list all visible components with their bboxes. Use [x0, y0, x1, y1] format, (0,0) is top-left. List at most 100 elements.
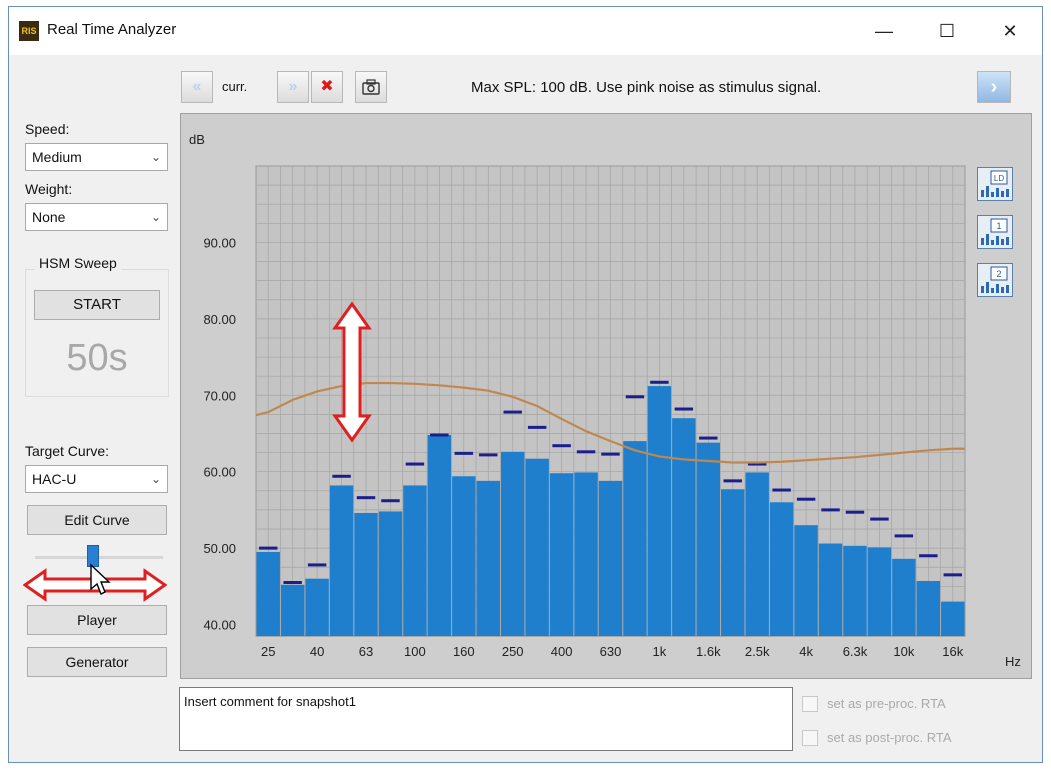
spectrum-bar: [378, 511, 403, 636]
peak-marker: [821, 508, 840, 512]
generator-button[interactable]: Generator: [27, 647, 167, 677]
spectrum-bar: [696, 442, 721, 636]
volume-slider-track[interactable]: [35, 556, 163, 559]
spectrum-bar: [818, 543, 843, 636]
spectrum-bar: [500, 451, 525, 636]
window-title: Real Time Analyzer: [47, 21, 177, 38]
y-tick-label: 50.00: [203, 541, 236, 556]
peak-marker: [405, 462, 425, 466]
spectrum-bar: [769, 502, 794, 636]
weight-value: None: [32, 209, 66, 225]
spectrum-bar: [721, 489, 745, 636]
spectrum-bar: [794, 525, 818, 636]
delete-snapshot-button[interactable]: ✖: [311, 71, 343, 103]
y-tick-label: 60.00: [203, 465, 236, 480]
peak-marker: [845, 510, 865, 514]
snapshot-button[interactable]: [355, 71, 387, 103]
peak-marker: [259, 546, 278, 550]
spectrum-bar: [843, 545, 867, 636]
weight-label: Weight:: [25, 181, 73, 197]
peak-marker: [527, 425, 547, 429]
rta-window: RIS Real Time Analyzer — ☐ ✕ « curr. » ✖…: [8, 6, 1043, 763]
title-bar: RIS Real Time Analyzer — ☐ ✕: [9, 7, 1042, 55]
chevron-down-icon: ⌄: [150, 150, 161, 164]
speed-label: Speed:: [25, 121, 70, 137]
peak-marker: [796, 497, 816, 501]
peak-marker: [943, 573, 962, 577]
spectrum-bar: [647, 386, 672, 636]
edit-curve-button[interactable]: Edit Curve: [27, 505, 167, 535]
maximize-button[interactable]: ☐: [924, 15, 970, 47]
fast-forward-icon: »: [288, 78, 298, 95]
peak-marker: [356, 496, 376, 500]
pre-proc-checkbox[interactable]: [802, 696, 818, 712]
peak-marker: [430, 433, 449, 437]
y-tick-label: 40.00: [203, 618, 236, 633]
peak-marker: [772, 488, 791, 492]
close-button[interactable]: ✕: [987, 15, 1033, 47]
rewind-icon: «: [192, 78, 202, 95]
peak-marker: [870, 517, 889, 521]
post-proc-checkbox[interactable]: [802, 730, 818, 746]
peak-marker: [503, 410, 522, 414]
rta-plot-panel: 40.00 50.00 60.00 70.00 80.00 90.00 25 40 63 100 1…: [180, 113, 1032, 679]
spectrum-bar: [867, 547, 892, 636]
load-snapshot-button[interactable]: LD: [977, 167, 1013, 201]
peak-marker: [699, 436, 718, 440]
y-tick-label: 80.00: [203, 312, 236, 327]
x-tick-label: 100: [404, 644, 426, 659]
current-label: curr.: [222, 79, 248, 94]
spectrum-bar: [427, 435, 452, 636]
spectrum-bar: [549, 473, 574, 636]
spectrum-bar: [745, 472, 769, 636]
weight-select[interactable]: None ⌄: [25, 203, 168, 231]
chevron-right-icon: ›: [990, 76, 998, 98]
app-logo-icon: RIS: [19, 21, 39, 41]
x-tick-label: 400: [551, 644, 573, 659]
snapshot-1-glyph: 1: [996, 221, 1001, 231]
load-glyph: LD: [994, 174, 1004, 183]
pre-proc-label: set as pre-proc. RTA: [827, 696, 946, 711]
peak-marker: [919, 554, 938, 558]
next-snapshot-button[interactable]: »: [277, 71, 309, 103]
snapshot-2-glyph: 2: [996, 269, 1001, 279]
x-tick-label: 630: [600, 644, 622, 659]
speed-value: Medium: [32, 149, 82, 165]
peak-marker: [723, 479, 742, 483]
peak-marker: [552, 444, 571, 448]
target-curve-select[interactable]: HAC-U ⌄: [25, 465, 168, 493]
spectrum-bar: [623, 441, 647, 636]
rta-chart: 40.00 50.00 60.00 70.00 80.00 90.00 25 40 63 100 1…: [189, 132, 1021, 669]
spectrum-bar: [574, 472, 598, 636]
snapshot-1-button[interactable]: 1: [977, 215, 1013, 249]
snapshot-comment-field[interactable]: Insert comment for snapshot1: [179, 687, 793, 751]
x-tick-label: 1.6k: [696, 644, 721, 659]
snapshot-2-icon: 2: [981, 266, 1009, 293]
camera-icon: [362, 79, 380, 95]
panel-next-button[interactable]: ›: [977, 71, 1011, 103]
hsm-sweep-title: HSM Sweep: [35, 255, 121, 271]
spectrum-bar: [452, 476, 476, 636]
minimize-button[interactable]: —: [861, 15, 907, 47]
peak-marker: [307, 563, 327, 567]
spectrum-bar: [476, 480, 500, 636]
prev-snapshot-button[interactable]: «: [181, 71, 213, 103]
peak-marker: [454, 451, 474, 455]
peak-marker: [601, 452, 620, 456]
x-tick-label: 160: [453, 644, 475, 659]
x-tick-label: 1k: [653, 644, 667, 659]
mouse-cursor-icon: [90, 563, 111, 595]
red-x-icon: ✖: [320, 78, 334, 95]
info-text: Max SPL: 100 dB. Use pink noise as stimu…: [471, 79, 822, 96]
spectrum-bar: [672, 418, 696, 636]
x-tick-label: 16k: [942, 644, 963, 659]
speed-select[interactable]: Medium ⌄: [25, 143, 168, 171]
chevron-down-icon: ⌄: [150, 210, 161, 224]
spectrum-bar: [403, 485, 427, 636]
player-button[interactable]: Player: [27, 605, 167, 635]
start-sweep-button[interactable]: START: [34, 290, 160, 320]
snapshot-2-button[interactable]: 2: [977, 263, 1013, 297]
x-tick-label: 250: [502, 644, 524, 659]
x-tick-label: 4k: [799, 644, 813, 659]
target-curve-label: Target Curve:: [25, 443, 110, 459]
